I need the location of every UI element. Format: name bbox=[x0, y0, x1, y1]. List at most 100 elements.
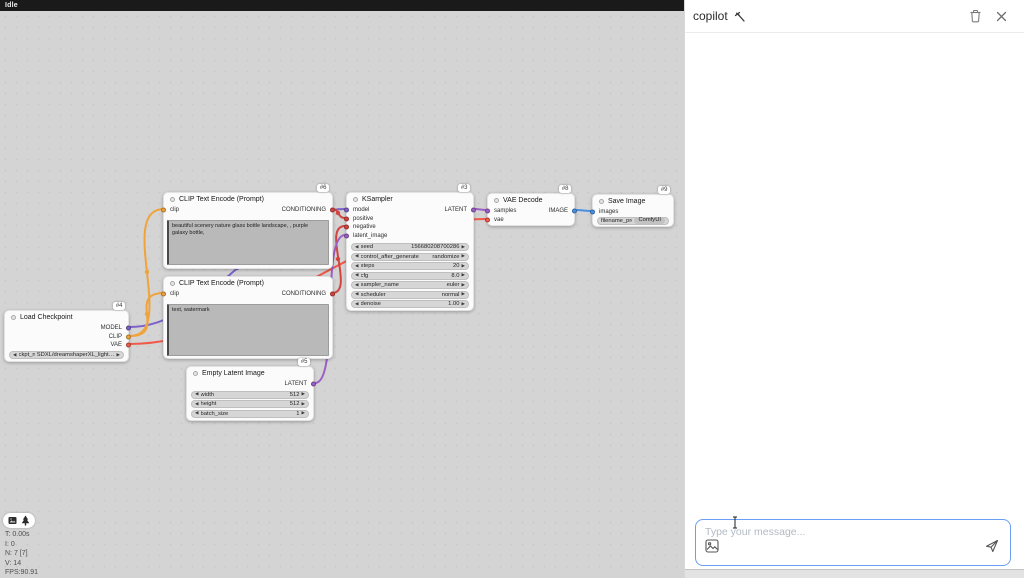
link-dot bbox=[336, 257, 340, 261]
clear-chat-button[interactable] bbox=[966, 7, 984, 25]
output-label: IMAGE bbox=[549, 208, 568, 214]
prompt-textarea[interactable]: beautiful scenery nature glass bottle la… bbox=[167, 220, 329, 265]
input-port-vae[interactable] bbox=[485, 217, 490, 222]
decrement-icon[interactable]: ◀ bbox=[355, 302, 359, 307]
widget-seed[interactable]: ◀ seed 156680208700286 ▶ bbox=[351, 243, 469, 251]
node-load-checkpoint[interactable]: #4 Load Checkpoint MODEL CLIP VAE ◀ ckpt… bbox=[4, 310, 129, 362]
link-dot bbox=[145, 270, 149, 274]
chat-input-box[interactable]: Type your message... bbox=[695, 519, 1011, 566]
node-clip-text-encode-negative[interactable]: CLIP Text Encode (Prompt) clip CONDITION… bbox=[163, 276, 333, 359]
decrement-icon[interactable]: ◀ bbox=[195, 411, 199, 416]
decrement-icon[interactable]: ◀ bbox=[195, 392, 199, 397]
output-label: CONDITIONING bbox=[282, 291, 326, 297]
input-port-model[interactable] bbox=[344, 208, 349, 213]
decrement-icon[interactable]: ◀ bbox=[355, 245, 359, 250]
input-port-clip[interactable] bbox=[161, 208, 166, 213]
decrement-icon[interactable]: ◀ bbox=[195, 402, 199, 407]
output-port-conditioning[interactable] bbox=[330, 292, 335, 297]
increment-icon[interactable]: ▶ bbox=[301, 392, 305, 397]
input-label: model bbox=[353, 207, 369, 213]
widget-width[interactable]: ◀ width 512 ▶ bbox=[191, 391, 309, 399]
trash-icon bbox=[969, 9, 982, 23]
decrement-icon[interactable]: ◀ bbox=[355, 273, 359, 278]
increment-icon[interactable]: ▶ bbox=[301, 402, 305, 407]
increment-icon[interactable]: ▶ bbox=[116, 353, 120, 358]
close-panel-button[interactable] bbox=[992, 7, 1010, 25]
node-vae-decode[interactable]: #8 VAE Decode samples IMAGE vae bbox=[487, 193, 575, 226]
input-label: images bbox=[599, 209, 618, 215]
wire-clip-positive bbox=[130, 209, 164, 336]
attach-image-button[interactable] bbox=[705, 539, 719, 558]
node-ksampler[interactable]: #3 KSampler model LATENT positive negati… bbox=[346, 192, 474, 311]
input-port-negative[interactable] bbox=[344, 225, 349, 230]
increment-icon[interactable]: ▶ bbox=[461, 245, 465, 250]
output-port-vae[interactable] bbox=[126, 343, 131, 348]
node-id-badge: #9 bbox=[658, 186, 670, 195]
tree-icon[interactable] bbox=[21, 515, 30, 526]
node-empty-latent-image[interactable]: #5 Empty Latent Image LATENT ◀ width 512… bbox=[186, 366, 314, 421]
send-button[interactable] bbox=[985, 539, 999, 558]
output-port-latent[interactable] bbox=[311, 382, 316, 387]
decrement-icon[interactable]: ◀ bbox=[355, 264, 359, 269]
send-icon bbox=[985, 539, 999, 553]
output-label: MODEL bbox=[101, 325, 122, 331]
increment-icon[interactable]: ▶ bbox=[461, 283, 465, 288]
collapse-dot-icon[interactable] bbox=[11, 315, 16, 320]
widget-cfg[interactable]: ◀ cfg 8.0 ▶ bbox=[351, 272, 469, 280]
increment-icon[interactable]: ▶ bbox=[461, 292, 465, 297]
output-port-model[interactable] bbox=[126, 326, 131, 331]
increment-icon[interactable]: ▶ bbox=[461, 254, 465, 259]
collapse-dot-icon[interactable] bbox=[599, 199, 604, 204]
widget-denoise[interactable]: ◀ denoise 1.00 ▶ bbox=[351, 300, 469, 308]
widget-height[interactable]: ◀ height 512 ▶ bbox=[191, 400, 309, 408]
output-port-image[interactable] bbox=[572, 209, 577, 214]
widget-control-after-generate[interactable]: ◀ control_after_generate randomize ▶ bbox=[351, 253, 469, 261]
widget-ckpt-name[interactable]: ◀ ckpt_name SDXL/dreamshaperXL_light… ▶ bbox=[9, 351, 124, 359]
widget-scheduler[interactable]: ◀ scheduler normal ▶ bbox=[351, 291, 469, 299]
node-save-image[interactable]: #9 Save Image images filename_prefix Com… bbox=[592, 194, 674, 227]
widget-sampler-name[interactable]: ◀ sampler_name euler ▶ bbox=[351, 281, 469, 289]
decrement-icon[interactable]: ◀ bbox=[355, 292, 359, 297]
input-port-positive[interactable] bbox=[344, 216, 349, 221]
collapse-dot-icon[interactable] bbox=[494, 198, 499, 203]
increment-icon[interactable]: ▶ bbox=[461, 264, 465, 269]
hammer-icon bbox=[733, 10, 746, 23]
output-port-latent[interactable] bbox=[471, 208, 476, 213]
node-links bbox=[0, 0, 684, 577]
output-label: CLIP bbox=[109, 334, 122, 340]
graph-stats: T: 0.00s I: 0 N: 7 [7] V: 14 FPS:90.91 bbox=[5, 530, 38, 578]
image-icon[interactable] bbox=[8, 516, 17, 525]
output-label: VAE bbox=[110, 342, 122, 348]
increment-icon[interactable]: ▶ bbox=[301, 411, 305, 416]
widget-batch-size[interactable]: ◀ batch_size 1 ▶ bbox=[191, 410, 309, 418]
status-bar: Idle bbox=[0, 0, 685, 11]
input-port-latent-image[interactable] bbox=[344, 233, 349, 238]
input-port-samples[interactable] bbox=[485, 209, 490, 214]
input-label: negative bbox=[353, 224, 376, 230]
increment-icon[interactable]: ▶ bbox=[461, 273, 465, 278]
decrement-icon[interactable]: ◀ bbox=[355, 254, 359, 259]
decrement-icon[interactable]: ◀ bbox=[355, 283, 359, 288]
stat-iterations: I: 0 bbox=[5, 540, 38, 550]
decrement-icon[interactable]: ◀ bbox=[13, 353, 17, 358]
link-dot bbox=[145, 312, 149, 316]
input-label: samples bbox=[494, 208, 516, 214]
output-port-clip[interactable] bbox=[126, 334, 131, 339]
canvas-toolbar[interactable] bbox=[3, 513, 35, 528]
collapse-dot-icon[interactable] bbox=[193, 371, 198, 376]
collapse-dot-icon[interactable] bbox=[170, 197, 175, 202]
widget-filename-prefix[interactable]: filename_prefix ComfyUI bbox=[597, 217, 669, 225]
output-port-conditioning[interactable] bbox=[330, 208, 335, 213]
stat-version: V: 14 bbox=[5, 559, 38, 569]
input-port-images[interactable] bbox=[590, 210, 595, 215]
increment-icon[interactable]: ▶ bbox=[461, 302, 465, 307]
widget-steps[interactable]: ◀ steps 20 ▶ bbox=[351, 262, 469, 270]
input-port-clip[interactable] bbox=[161, 292, 166, 297]
collapse-dot-icon[interactable] bbox=[170, 281, 175, 286]
collapse-dot-icon[interactable] bbox=[353, 197, 358, 202]
graph-canvas[interactable]: #6 CLIP Text Encode (Prompt) clip CONDIT… bbox=[0, 0, 684, 577]
input-label: vae bbox=[494, 217, 504, 223]
prompt-textarea[interactable]: text, watermark bbox=[167, 304, 329, 356]
link-dot bbox=[336, 211, 340, 215]
node-clip-text-encode-positive[interactable]: #6 CLIP Text Encode (Prompt) clip CONDIT… bbox=[163, 192, 333, 269]
